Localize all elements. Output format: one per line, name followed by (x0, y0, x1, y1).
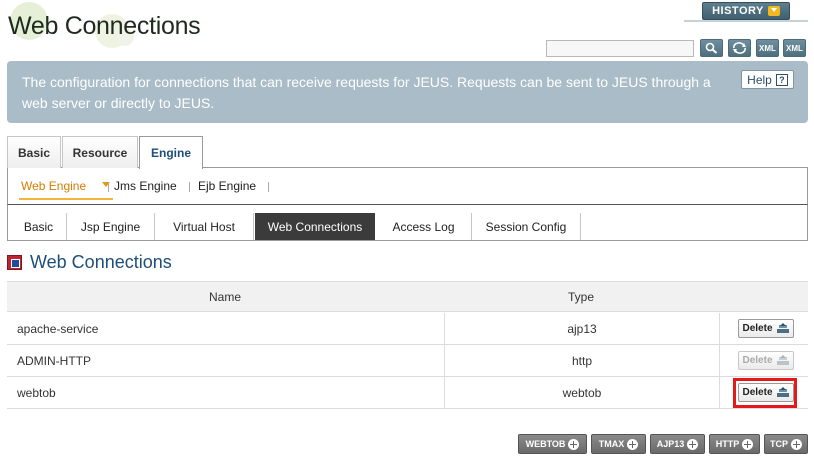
page-title: Web Connections (8, 12, 201, 40)
tab-jsp-engine[interactable]: Jsp Engine (67, 213, 155, 240)
add-tcp-button[interactable]: TCP (764, 434, 808, 454)
connection-type: ajp13 (444, 313, 720, 344)
section-icon (7, 255, 22, 270)
history-label: HISTORY (712, 5, 764, 17)
tab-basic[interactable]: Basic (7, 136, 61, 168)
tab-web-connections[interactable]: Web Connections (255, 213, 375, 240)
search-icon (705, 42, 718, 54)
tab-virtual-host[interactable]: Virtual Host (155, 213, 254, 240)
delete-button[interactable]: Delete (738, 319, 794, 338)
tab-session-config[interactable]: Session Config (472, 213, 581, 240)
xml-export-button[interactable]: XML (756, 39, 779, 57)
delete-label: Delete (742, 323, 773, 334)
plus-icon (742, 438, 754, 450)
divider (108, 182, 109, 192)
search-button[interactable] (700, 39, 723, 57)
xml-export-icon: XML (759, 43, 776, 53)
delete-icon (776, 323, 789, 333)
add-webtob-button[interactable]: WEBTOB (518, 434, 587, 454)
tab-web-basic[interactable]: Basic (11, 213, 67, 240)
help-button[interactable]: Help ? (741, 70, 794, 89)
add-tcp-label: TCP (770, 439, 788, 449)
table-row: ADMIN-HTTP http Delete (7, 345, 808, 377)
divider (189, 182, 190, 192)
plus-icon (687, 438, 699, 450)
add-webtob-label: WEBTOB (525, 439, 566, 449)
search-input[interactable] (546, 40, 694, 57)
delete-label: Delete (742, 355, 773, 366)
column-header-type: Type (568, 290, 595, 304)
delete-icon (776, 387, 789, 397)
add-tmax-label: TMAX (598, 439, 625, 449)
help-label: Help (747, 72, 772, 87)
active-tab-indicator (19, 198, 113, 200)
history-button[interactable]: HISTORY (702, 2, 790, 20)
tab-ejb-engine[interactable]: Ejb Engine (198, 179, 256, 193)
web-engine-tab-bar: Basic Jsp Engine Virtual Host Web Connec… (7, 205, 808, 241)
tab-jms-engine[interactable]: Jms Engine (114, 179, 177, 193)
connection-name[interactable]: webtob (17, 386, 56, 400)
connection-type: http (444, 345, 720, 376)
tab-resource[interactable]: Resource (62, 136, 138, 168)
plus-icon (627, 438, 639, 450)
table-row: apache-service ajp13 Delete (7, 313, 808, 345)
section-title: Web Connections (30, 252, 172, 272)
plus-icon (791, 438, 802, 450)
table-header: Name Type (7, 281, 808, 312)
tab-access-log[interactable]: Access Log (376, 213, 472, 240)
delete-label: Delete (742, 387, 773, 398)
description-banner: The configuration for connections that c… (7, 61, 808, 123)
delete-button: Delete (738, 351, 794, 370)
add-http-button[interactable]: HTTP (709, 434, 760, 454)
help-icon: ? (775, 73, 788, 86)
add-ajp13-label: AJP13 (656, 439, 685, 449)
connection-name[interactable]: ADMIN-HTTP (17, 354, 91, 368)
xml-import-icon: XML (786, 43, 803, 53)
add-http-label: HTTP (715, 439, 740, 449)
delete-button[interactable]: Delete (738, 383, 794, 402)
chevron-down-icon (767, 6, 780, 16)
add-ajp13-button[interactable]: AJP13 (650, 434, 705, 454)
connection-name[interactable]: apache-service (17, 322, 98, 336)
refresh-button[interactable] (728, 39, 751, 57)
description-text: The configuration for connections that c… (22, 74, 711, 111)
divider (684, 20, 808, 22)
top-tab-bar: Basic Resource Engine (7, 136, 808, 169)
tab-engine[interactable]: Engine (139, 136, 203, 169)
add-tmax-button[interactable]: TMAX (591, 434, 646, 454)
xml-import-button[interactable]: XML (783, 39, 806, 57)
plus-icon (568, 438, 580, 450)
engine-tab-bar: Web Engine Jms Engine Ejb Engine (7, 168, 808, 205)
refresh-icon (733, 42, 746, 54)
divider (268, 182, 269, 192)
column-header-name: Name (209, 290, 242, 304)
tab-web-engine[interactable]: Web Engine (21, 179, 86, 193)
connection-type: webtob (444, 377, 720, 408)
delete-icon (776, 355, 789, 365)
table-row: webtob webtob Delete (7, 377, 808, 409)
